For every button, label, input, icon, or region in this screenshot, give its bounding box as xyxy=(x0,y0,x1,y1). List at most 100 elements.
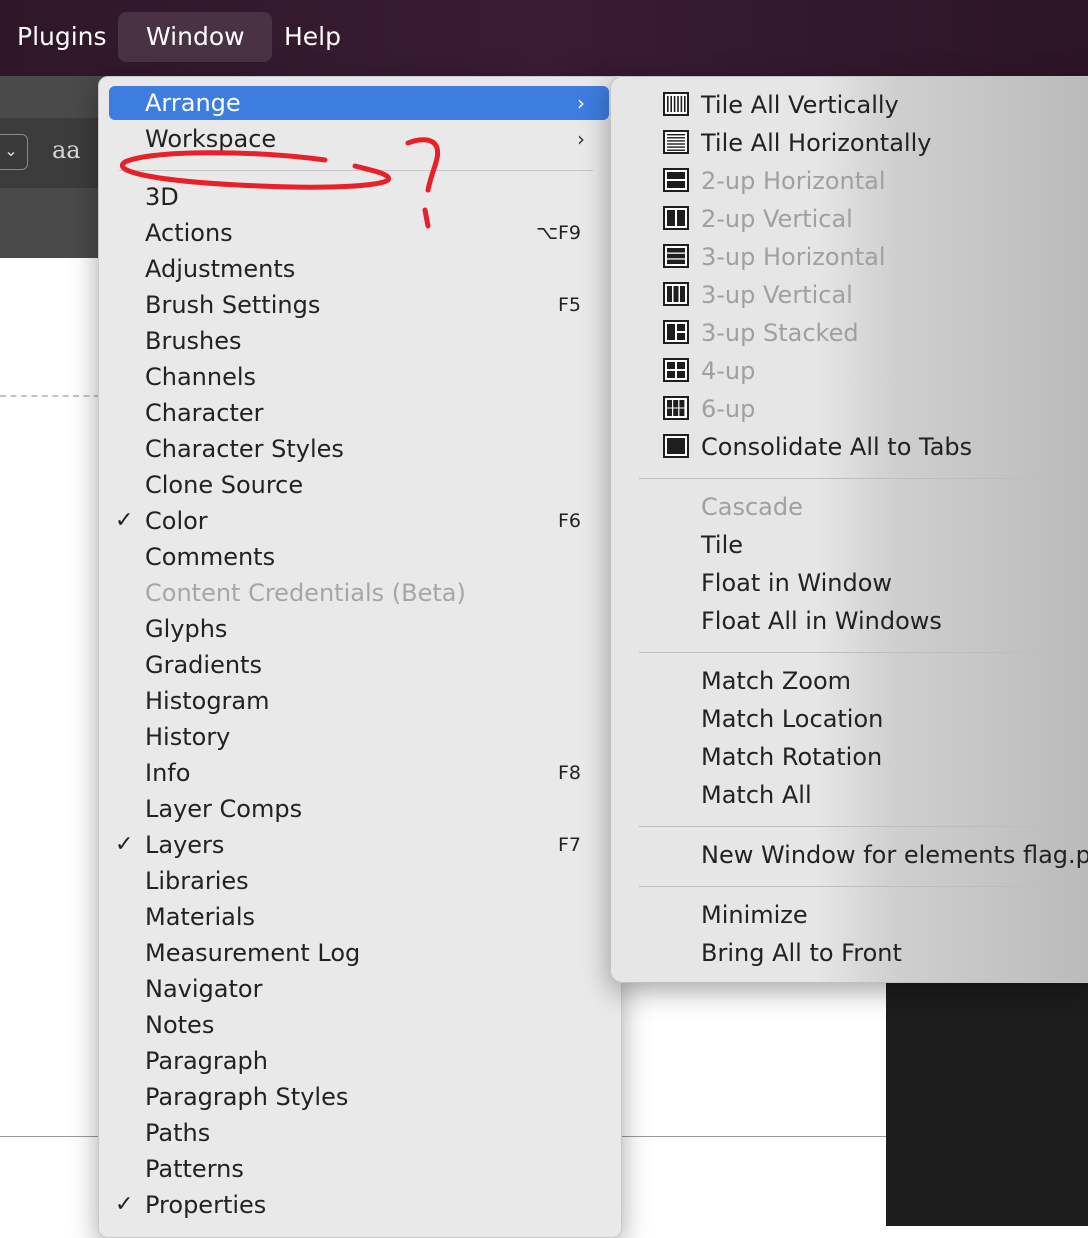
menu-item-workspace[interactable]: Workspace › xyxy=(109,122,609,156)
submenu-item-label: Tile xyxy=(701,531,744,559)
submenu-item-label: Match Location xyxy=(701,705,884,733)
menu-item-gradients[interactable]: Gradients xyxy=(109,648,609,682)
menu-item-label: Materials xyxy=(145,903,256,931)
menu-item-content-credentials-beta: Content Credentials (Beta) xyxy=(109,576,609,610)
submenu-item-label: 3-up Vertical xyxy=(701,281,853,309)
menu-item-clone-source[interactable]: Clone Source xyxy=(109,468,609,502)
menu-item-histogram[interactable]: Histogram xyxy=(109,684,609,718)
menu-item-info[interactable]: Info F8 xyxy=(109,756,609,790)
menu-item-label: Actions xyxy=(145,219,233,247)
menu-item-paragraph-styles[interactable]: Paragraph Styles xyxy=(109,1080,609,1114)
menu-item-layer-comps[interactable]: Layer Comps xyxy=(109,792,609,826)
menu-window[interactable]: Window xyxy=(118,12,272,62)
submenu-item-match-zoom[interactable]: Match Zoom xyxy=(663,663,1088,699)
menu-item-layers[interactable]: ✓ Layers F7 xyxy=(109,828,609,862)
submenu-item-label: Consolidate All to Tabs xyxy=(701,433,973,461)
menu-item-adjustments[interactable]: Adjustments xyxy=(109,252,609,286)
keyboard-shortcut: F6 xyxy=(557,510,581,532)
submenu-item-match-all[interactable]: Match All xyxy=(663,777,1088,813)
options-dropdown[interactable]: ⌄ xyxy=(0,134,28,170)
menu-plugins[interactable]: Plugins xyxy=(0,12,135,62)
menu-item-label: Glyphs xyxy=(145,615,228,643)
anti-alias-icon[interactable]: aa xyxy=(52,136,81,164)
submenu-separator xyxy=(639,652,1088,653)
menu-item-label: Libraries xyxy=(145,867,249,895)
menu-item-navigator[interactable]: Navigator xyxy=(109,972,609,1006)
menu-item-actions[interactable]: Actions ⌥F9 xyxy=(109,216,609,250)
menu-item-brushes[interactable]: Brushes xyxy=(109,324,609,358)
menu-item-paths[interactable]: Paths xyxy=(109,1116,609,1150)
submenu-item-float-all-in-windows[interactable]: Float All in Windows xyxy=(663,603,1088,639)
document-canvas-lower xyxy=(620,980,886,1226)
submenu-item-new-window-for-elements-flag-p[interactable]: New Window for elements flag.p xyxy=(663,837,1088,873)
submenu-item-minimize[interactable]: Minimize xyxy=(663,897,1088,933)
menu-item-arrange[interactable]: Arrange › xyxy=(109,86,609,120)
menu-item-paragraph[interactable]: Paragraph xyxy=(109,1044,609,1078)
submenu-item-label: Cascade xyxy=(701,493,803,521)
submenu-item-cascade: Cascade xyxy=(663,489,1088,525)
submenu-separator xyxy=(639,826,1088,827)
checkmark-icon: ✓ xyxy=(115,508,134,533)
chevron-right-icon: › xyxy=(577,91,585,115)
keyboard-shortcut: F8 xyxy=(557,762,581,784)
submenu-item-consolidate-all-to-tabs[interactable]: Consolidate All to Tabs xyxy=(663,429,1088,465)
menu-item-materials[interactable]: Materials xyxy=(109,900,609,934)
submenu-item-label: 3-up Stacked xyxy=(701,319,859,347)
submenu-item-match-rotation[interactable]: Match Rotation xyxy=(663,739,1088,775)
menu-item-color[interactable]: ✓ Color F6 xyxy=(109,504,609,538)
menu-item-label: Comments xyxy=(145,543,276,571)
submenu-item-label: Tile All Vertically xyxy=(701,91,899,119)
menu-item-label: Paragraph xyxy=(145,1047,268,1075)
submenu-item-label: Match Zoom xyxy=(701,667,852,695)
menu-item-history[interactable]: History xyxy=(109,720,609,754)
menu-item-comments[interactable]: Comments xyxy=(109,540,609,574)
menu-item-3d[interactable]: 3D xyxy=(109,180,609,214)
submenu-item-3-up-horizontal: 3-up Horizontal xyxy=(663,239,1088,275)
submenu-item-label: 2-up Horizontal xyxy=(701,167,886,195)
submenu-item-tile-all-vertically[interactable]: Tile All Vertically xyxy=(663,87,1088,123)
menu-item-label: Color xyxy=(145,507,208,535)
keyboard-shortcut: F5 xyxy=(557,294,581,316)
menu-item-libraries[interactable]: Libraries xyxy=(109,864,609,898)
menu-item-channels[interactable]: Channels xyxy=(109,360,609,394)
submenu-item-label: Bring All to Front xyxy=(701,939,902,967)
menu-item-measurement-log[interactable]: Measurement Log xyxy=(109,936,609,970)
menu-item-character[interactable]: Character xyxy=(109,396,609,430)
menu-item-label: Brushes xyxy=(145,327,242,355)
submenu-item-label: Match Rotation xyxy=(701,743,883,771)
menu-item-properties[interactable]: ✓ Properties xyxy=(109,1188,609,1222)
arrange-submenu: Tile All Vertically Tile All Horizontally… xyxy=(610,76,1088,983)
submenu-item-2-up-vertical: 2-up Vertical xyxy=(663,201,1088,237)
menu-item-label: Layer Comps xyxy=(145,795,303,823)
six-up-icon xyxy=(663,396,689,420)
menu-item-label: Content Credentials (Beta) xyxy=(145,579,466,607)
submenu-item-tile-all-horizontally[interactable]: Tile All Horizontally xyxy=(663,125,1088,161)
submenu-item-2-up-horizontal: 2-up Horizontal xyxy=(663,163,1088,199)
menu-item-brush-settings[interactable]: Brush Settings F5 xyxy=(109,288,609,322)
window-menu: Arrange › Workspace › 3D Actions ⌥F9 Adjustment… xyxy=(98,76,622,1238)
menu-item-label: Navigator xyxy=(145,975,263,1003)
menu-item-label: Channels xyxy=(145,363,257,391)
menu-item-label: Measurement Log xyxy=(145,939,361,967)
submenu-separator xyxy=(639,478,1088,479)
submenu-item-bring-all-to-front[interactable]: Bring All to Front xyxy=(663,935,1088,971)
submenu-item-label: Match All xyxy=(701,781,812,809)
submenu-item-match-location[interactable]: Match Location xyxy=(663,701,1088,737)
submenu-item-float-in-window[interactable]: Float in Window xyxy=(663,565,1088,601)
three-up-stacked-icon xyxy=(663,320,689,344)
menu-item-glyphs[interactable]: Glyphs xyxy=(109,612,609,646)
menu-item-notes[interactable]: Notes xyxy=(109,1008,609,1042)
submenu-item-6-up: 6-up xyxy=(663,391,1088,427)
menu-item-label: Adjustments xyxy=(145,255,296,283)
keyboard-shortcut: ⌥F9 xyxy=(536,222,581,244)
menu-item-label: Arrange xyxy=(145,89,241,117)
submenu-item-tile[interactable]: Tile xyxy=(663,527,1088,563)
submenu-item-3-up-stacked: 3-up Stacked xyxy=(663,315,1088,351)
tile-horizontal-icon xyxy=(663,130,689,154)
menu-item-character-styles[interactable]: Character Styles xyxy=(109,432,609,466)
menu-help[interactable]: Help xyxy=(256,12,369,62)
menu-item-label: Histogram xyxy=(145,687,270,715)
menu-item-patterns[interactable]: Patterns xyxy=(109,1152,609,1186)
submenu-item-label: 3-up Horizontal xyxy=(701,243,886,271)
guide-line xyxy=(0,395,100,397)
